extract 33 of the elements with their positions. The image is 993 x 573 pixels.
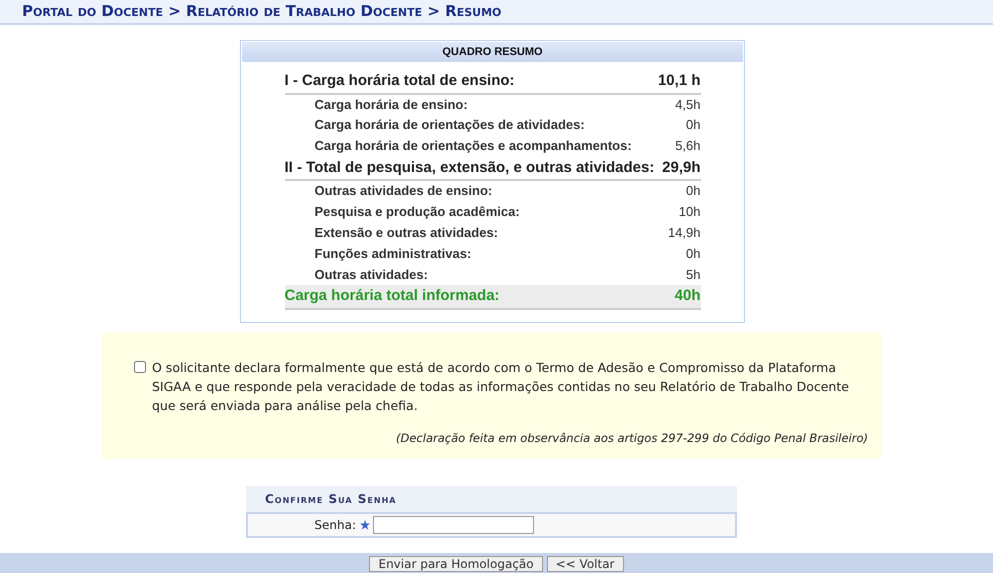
- row-value: 5,6h: [674, 137, 700, 156]
- row-label: Carga horária de orientações e acompanhamentos:: [314, 137, 633, 156]
- required-star-icon: [360, 520, 370, 530]
- total-label: II - Total de pesquisa, extensão, e outras atividades:: [284, 156, 658, 180]
- field-label: Senha:: [313, 516, 356, 534]
- panel-title: QUADRO RESUMO: [242, 42, 743, 62]
- row-value: 5h: [658, 264, 700, 285]
- total-label: Carga horária total informada:: [284, 285, 658, 308]
- row-value: 0h: [685, 244, 700, 263]
- total-value: 10,1 h: [658, 70, 700, 94]
- row-value: 4,5h: [658, 94, 700, 114]
- row-label: Outras atividades:: [284, 264, 658, 285]
- row-label: Funções administrativas:: [314, 244, 472, 263]
- total-value: 40h: [658, 285, 700, 308]
- row-label: Extensão e outras atividades:: [314, 224, 500, 242]
- section-title: Confirme Sua Senha: [246, 486, 737, 514]
- row-label: Pesquisa e produção acadêmica:: [314, 202, 521, 221]
- submit-button[interactable]: Enviar para Homologação: [369, 556, 543, 572]
- password-field[interactable]: [373, 516, 534, 534]
- declaration-note: (Declaração feita em observância aos artigos 297-299 do Código Penal Brasileiro): [396, 430, 868, 444]
- row-label: Outras atividades de ensino:: [284, 180, 658, 201]
- row-value: 14,9h: [666, 224, 700, 242]
- declaration-text: O solicitante declara formalmente que está de acordo com o Termo de Adesão e Compromisso da Plataforma SIGAA e que responde pela veracidade de todas as informações contidas no seu Relatório de Trabalho Docente que será enviada para análise pela chefia.: [152, 358, 850, 414]
- row-value: 10h: [678, 202, 700, 221]
- total-label: I - Carga horária total de ensino:: [284, 70, 658, 94]
- agree-checkbox[interactable]: [134, 360, 146, 372]
- back-button[interactable]: << Voltar: [546, 556, 624, 572]
- breadcrumb: Portal do Docente > Relatório de Trabalho Docente > Resumo: [22, 2, 502, 20]
- total-value: 29,9h: [658, 156, 700, 180]
- row-label: Carga horária de ensino:: [284, 94, 658, 114]
- row-value: 0h: [685, 116, 700, 134]
- row-value: 0h: [658, 180, 700, 201]
- row-label: Carga horária de orientações de atividades:: [314, 116, 586, 134]
